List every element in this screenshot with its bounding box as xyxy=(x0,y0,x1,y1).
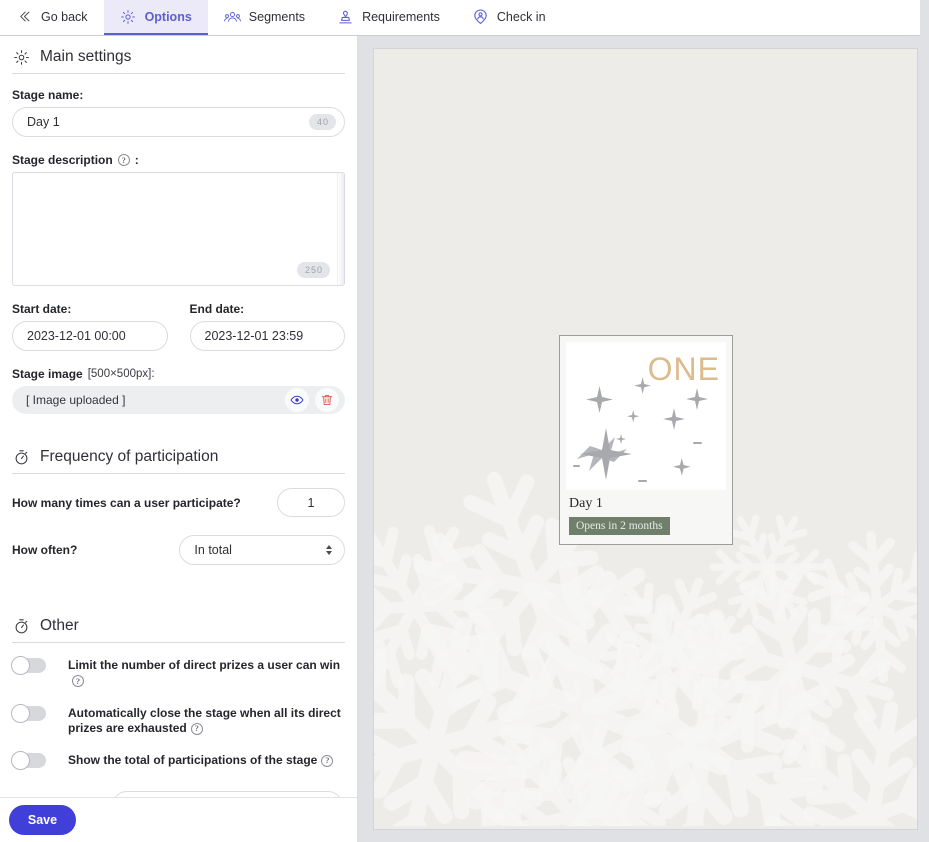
section-title: Other xyxy=(40,617,79,634)
stage-image-label: Stage image [500×500px]: xyxy=(12,367,155,381)
stage-preview-panel: ONE Day 1 Opens in 2 months xyxy=(373,48,918,830)
eye-icon[interactable] xyxy=(285,388,309,412)
chevrons-left-icon xyxy=(16,8,33,25)
status-badge: Opens in 2 months xyxy=(569,517,670,535)
toggle-knob xyxy=(11,656,30,675)
participation-times-row: How many times can a user participate? 1 xyxy=(12,488,345,517)
start-date-input[interactable]: 2023-12-01 00:00 xyxy=(12,321,168,351)
toggle-row-auto-close: Automatically close the stage when all i… xyxy=(11,703,345,738)
toggle-show-total-label: Show the total of participations of the … xyxy=(68,752,334,769)
participation-times-input[interactable]: 1 xyxy=(277,488,345,517)
section-title: Main settings xyxy=(40,48,132,65)
stage-image-status: [ Image uploaded ] xyxy=(26,393,126,407)
start-date-value: 2023-12-01 00:00 xyxy=(27,329,126,343)
stage-name-counter: 40 xyxy=(308,114,336,130)
stamp-icon xyxy=(337,8,354,25)
section-header-main-settings: Main settings xyxy=(12,48,345,74)
person-pin-icon xyxy=(472,8,489,25)
toggle-row-show-total: Show the total of participations of the … xyxy=(11,751,345,771)
app-root: Go back Options Segments Requirements Ch… xyxy=(0,0,929,842)
stage-preview-card[interactable]: ONE Day 1 Opens in 2 months xyxy=(559,335,733,545)
start-date-label: Start date: xyxy=(12,302,72,316)
toggle-auto-close-label: Automatically close the stage when all i… xyxy=(68,705,341,736)
section-title: Frequency of participation xyxy=(40,448,219,465)
stopwatch-icon xyxy=(12,448,30,466)
section-header-other: Other xyxy=(12,617,345,643)
top-tab-bar: Go back Options Segments Requirements Ch… xyxy=(0,0,920,36)
end-date-value: 2023-12-01 23:59 xyxy=(204,329,304,343)
toggle-row-limit-prizes: Limit the number of direct prizes a user… xyxy=(11,656,345,690)
tab-options[interactable]: Options xyxy=(103,0,208,35)
preview-card-title: Day 1 xyxy=(569,496,603,511)
stage-image-dimensions: [500×500px]: xyxy=(87,368,155,380)
toggle-show-total-participations[interactable] xyxy=(11,751,46,771)
participation-times-value: 1 xyxy=(307,495,315,510)
participation-times-label: How many times can a user participate? xyxy=(12,495,241,510)
tab-label: Go back xyxy=(41,9,88,24)
stage-description-textarea[interactable]: 250 xyxy=(12,172,345,286)
preview-panel-wrapper: ONE Day 1 Opens in 2 months xyxy=(358,36,929,842)
how-often-value: In total xyxy=(194,543,232,557)
tab-check-in[interactable]: Check in xyxy=(456,0,562,35)
tab-requirements[interactable]: Requirements xyxy=(321,0,456,35)
toggle-knob xyxy=(11,751,30,771)
tab-go-back[interactable]: Go back xyxy=(0,0,104,35)
help-icon[interactable]: ? xyxy=(321,754,334,767)
date-range-row: Start date: 2023-12-01 00:00 End date: 2… xyxy=(12,302,345,351)
stage-name-value: Day 1 xyxy=(27,115,60,129)
help-icon[interactable]: ? xyxy=(190,722,203,735)
tab-label: Options xyxy=(144,9,192,24)
form-footer: Save xyxy=(0,797,357,842)
stage-image-upload-row: [ Image uploaded ] xyxy=(12,386,345,414)
gear-icon xyxy=(120,8,137,25)
how-often-select[interactable]: In total xyxy=(179,535,345,565)
stage-name-input[interactable]: Day 1 40 xyxy=(12,107,345,137)
toggle-limit-prizes-label: Limit the number of direct prizes a user… xyxy=(68,658,341,688)
toggle-auto-close-stage[interactable] xyxy=(11,703,46,723)
end-date-input[interactable]: 2023-12-01 23:59 xyxy=(189,321,345,351)
help-icon[interactable]: ? xyxy=(72,675,84,688)
tab-label: Requirements xyxy=(362,9,440,24)
stars-graphic-icon xyxy=(573,377,708,482)
stage-preview-image: ONE xyxy=(566,342,726,490)
textarea-scroll-edge[interactable] xyxy=(337,173,344,285)
chevron-updown-icon xyxy=(326,545,332,555)
stage-description-counter: 250 xyxy=(296,262,330,278)
trash-icon[interactable] xyxy=(315,388,339,412)
tab-label: Check in xyxy=(496,9,546,24)
toggle-limit-prizes[interactable] xyxy=(11,656,46,675)
how-often-row: How often? In total xyxy=(12,535,345,565)
section-header-frequency: Frequency of participation xyxy=(12,448,345,474)
help-icon[interactable]: ? xyxy=(117,154,130,166)
how-often-label: How often? xyxy=(12,543,78,557)
stopwatch-icon xyxy=(12,617,30,635)
gear-icon xyxy=(12,48,30,66)
tab-label: Segments xyxy=(248,9,306,24)
stage-name-label: Stage name: xyxy=(12,88,84,102)
stage-description-label: Stage description ? : xyxy=(12,153,139,167)
end-date-label: End date: xyxy=(189,302,245,316)
users-group-icon xyxy=(223,8,241,25)
options-form-panel: Main settings Stage name: Day 1 40 Stage… xyxy=(0,36,358,842)
tab-segments[interactable]: Segments xyxy=(208,0,321,35)
toggle-knob xyxy=(11,703,30,723)
save-button[interactable]: Save xyxy=(9,805,76,835)
stage-image-actions xyxy=(285,388,339,412)
